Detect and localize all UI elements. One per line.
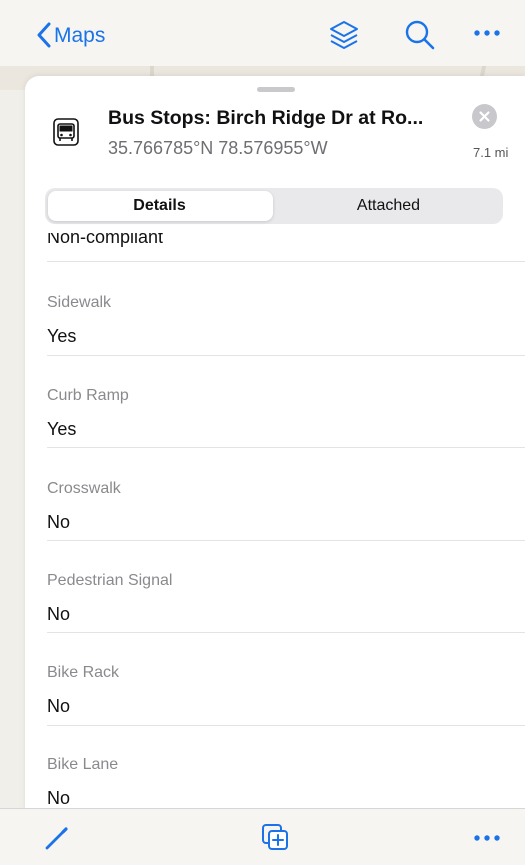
back-label: Maps (54, 23, 106, 47)
field-label-curb-ramp: Curb Ramp (47, 387, 129, 404)
search-button[interactable] (403, 18, 437, 57)
field-value: Non-compliant (47, 233, 164, 247)
field-value-pedestrian-signal: No (47, 604, 71, 624)
tab-control: Details Attached (45, 188, 503, 224)
details-list[interactable]: Non-compliant Sidewalk Yes Curb Ramp Yes… (25, 233, 525, 806)
feature-coordinates: 35.766785°N 78.576955°W (108, 138, 328, 158)
bus-icon (53, 118, 79, 146)
nav-bar: Maps (0, 0, 525, 66)
divider (47, 261, 525, 262)
layers-icon (330, 21, 358, 49)
more-button[interactable] (472, 26, 502, 45)
field-value-bike-lane: No (47, 788, 71, 806)
close-icon (479, 111, 490, 122)
more-icon (474, 30, 500, 36)
divider (47, 355, 525, 356)
back-button[interactable]: Maps (36, 20, 105, 50)
field-value-sidewalk: Yes (47, 326, 77, 346)
close-button[interactable] (472, 104, 497, 129)
field-value-crosswalk: No (47, 512, 71, 532)
feature-sheet: Bus Stops: Birch Ridge Dr at Ro... 35.76… (25, 76, 525, 864)
layers-button[interactable] (327, 18, 361, 57)
add-copy-icon (262, 824, 288, 850)
field-label-bike-rack: Bike Rack (47, 664, 120, 681)
more-icon (474, 835, 500, 841)
divider (47, 632, 525, 633)
feature-title: Bus Stops: Birch Ridge Dr at Ro... (108, 107, 424, 129)
field-value-bike-rack: No (47, 696, 71, 716)
field-label-bike-lane: Bike Lane (47, 756, 119, 773)
divider (47, 540, 525, 541)
toolbar-more-button[interactable] (472, 831, 502, 850)
divider (47, 447, 525, 448)
field-label-crosswalk: Crosswalk (47, 480, 121, 497)
bottom-toolbar (0, 808, 525, 865)
field-label-pedestrian-signal: Pedestrian Signal (47, 572, 173, 589)
search-icon (405, 20, 435, 50)
divider (47, 725, 525, 726)
add-to-collection-button[interactable] (261, 823, 291, 858)
field-value-curb-ramp: Yes (47, 419, 77, 439)
field-label-sidewalk: Sidewalk (47, 294, 112, 311)
tab-attached[interactable]: Attached (274, 188, 503, 224)
edit-pencil-icon (45, 827, 68, 850)
edit-button[interactable] (44, 825, 70, 856)
sheet-grabber[interactable] (257, 87, 295, 92)
tab-details[interactable]: Details (45, 188, 274, 224)
chevron-left-icon (37, 22, 51, 48)
distance-label: 7.1 mi (473, 145, 509, 160)
